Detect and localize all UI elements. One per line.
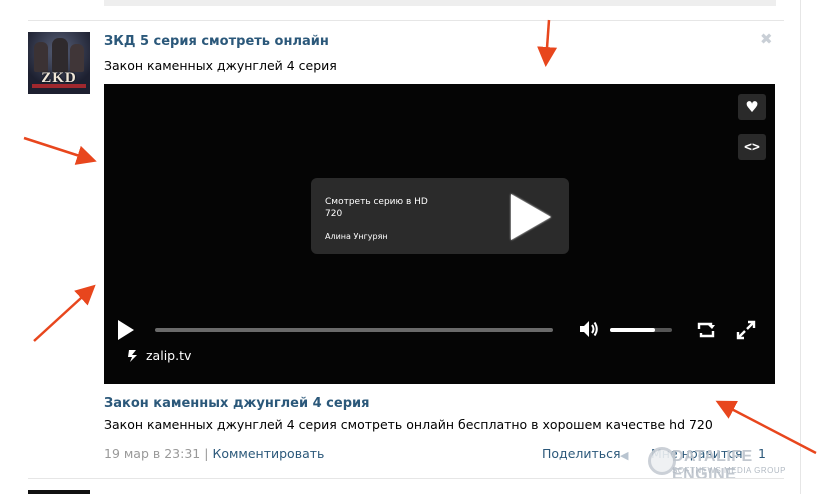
divider-top [28,20,784,21]
video-card-title: Смотреть серию в HD 720 [325,197,428,219]
comment-link[interactable]: Комментировать [212,446,324,461]
next-post-avatar [28,490,90,494]
attachment-description: Закон каменных джунглей 4 серия смотреть… [104,417,713,432]
feed-right-border [800,0,801,494]
video-player[interactable]: ♥ <> Смотреть серию в HD 720 Алина Унгур… [104,84,775,384]
post-date[interactable]: 19 мар в 23:31 [104,446,200,461]
embed-code-icon[interactable]: <> [738,134,766,160]
volume-icon[interactable] [578,318,600,340]
player-brand[interactable]: zalip.tv [126,348,191,363]
post-avatar[interactable]: ZKD [28,32,90,94]
watermark-subtext: SOFTNEWS MEDIA GROUP [672,466,787,475]
arrow-annotation [23,136,97,165]
divider-bottom [28,478,784,479]
video-card-author: Алина Унгурян [325,232,388,241]
arrow-annotation [33,284,96,342]
volume-level [610,328,655,332]
player-brand-label: zalip.tv [146,348,192,363]
post-meta: 19 мар в 23:31 | Комментировать [104,446,324,461]
attachment-title[interactable]: Закон каменных джунглей 4 серия [104,396,369,411]
arrow-annotation [537,19,558,67]
avatar-figure [34,42,48,72]
volume-slider[interactable] [610,328,672,332]
zalip-logo-icon [128,349,137,362]
share-button[interactable]: Поделиться [542,446,621,461]
big-play-icon[interactable] [511,194,551,240]
watermark: DATALIFE ENGINE SOFTNEWS MEDIA GROUP [648,446,818,483]
post-author-title[interactable]: ЗКД 5 серия смотреть онлайн [104,34,329,49]
previous-post-bottom [104,0,776,6]
fullscreen-icon[interactable] [736,320,756,340]
meta-separator: | [204,446,209,461]
close-icon[interactable]: ✖ [760,30,773,48]
post-text: Закон каменных джунглей 4 серия [104,58,337,73]
megaphone-icon: ◀ [620,449,629,462]
play-icon[interactable] [118,320,134,340]
heart-icon[interactable]: ♥ [738,94,766,120]
avatar-stripe [32,84,86,88]
loop-icon[interactable] [696,320,716,340]
video-card[interactable]: Смотреть серию в HD 720 Алина Унгурян [311,178,569,254]
progress-bar[interactable] [155,328,553,332]
avatar-figure [52,38,68,72]
avatar-figure [70,44,84,72]
